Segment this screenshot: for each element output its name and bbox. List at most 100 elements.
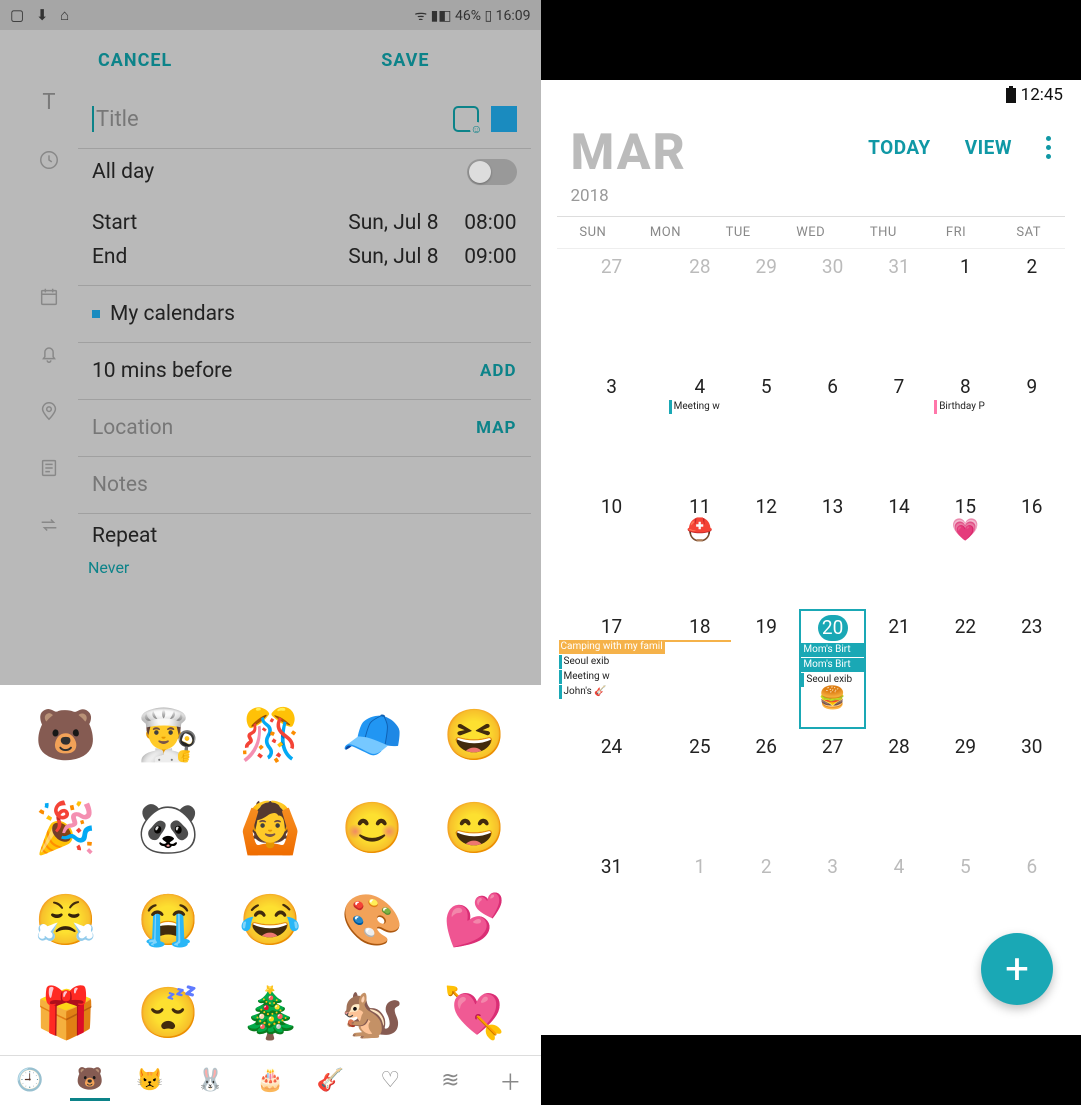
title-input[interactable] <box>96 107 453 132</box>
calendar-day[interactable]: 30 <box>999 729 1065 849</box>
calendar-day[interactable]: 15💗 <box>932 489 998 609</box>
calendar-day[interactable]: 19 <box>733 609 799 729</box>
sticker-item[interactable]: 😄 <box>428 788 520 871</box>
calendar-day[interactable]: 26 <box>733 729 799 849</box>
repeat-row[interactable]: Repeat <box>78 514 531 558</box>
sticker-item[interactable]: 💘 <box>428 973 520 1056</box>
calendar-day[interactable]: 7 <box>866 369 932 489</box>
sticker-item[interactable]: 🧢 <box>326 695 418 778</box>
calendar-color-dot <box>92 310 100 318</box>
sticker-tab[interactable]: ＋ <box>490 1059 530 1103</box>
status-bar: ▢ ⬇ ⌂ ᯤ ▮◧ 46% ▯ 16:09 <box>0 0 541 30</box>
sticker-item[interactable]: 😴 <box>122 973 214 1056</box>
end-row[interactable]: End Sun, Jul 8 09:00 <box>92 245 517 269</box>
calendar-day[interactable]: 29 <box>932 729 998 849</box>
today-button[interactable]: TODAY <box>868 136 931 159</box>
calendar-day[interactable]: 3 <box>557 369 667 489</box>
calendar-icon <box>34 286 64 314</box>
sticker-item[interactable]: 🎊 <box>224 695 316 778</box>
sticker-item[interactable]: 🎁 <box>20 973 112 1056</box>
sticker-item[interactable]: 🐼 <box>122 788 214 871</box>
sticker-item[interactable]: 🎨 <box>326 880 418 963</box>
month-label[interactable]: MAR <box>571 128 869 178</box>
calendar-day[interactable]: 1 <box>667 849 733 969</box>
calendar-day[interactable]: 31 <box>866 249 932 369</box>
calendar-day[interactable]: 6 <box>799 369 865 489</box>
year-label: 2018 <box>571 186 869 206</box>
calendar-day[interactable]: 16 <box>999 489 1065 609</box>
weekday-header: SUNMONTUEWEDTHUFRISAT <box>557 216 1066 249</box>
calendar-day[interactable]: 24 <box>557 729 667 849</box>
sticker-tab[interactable]: 🎂 <box>250 1062 290 1099</box>
calendar-header: MAR 2018 TODAY VIEW <box>541 110 1081 216</box>
calendar-day[interactable]: 30 <box>799 249 865 369</box>
calendar-day[interactable]: 3 <box>799 849 865 969</box>
sticker-panel: 🐻👨‍🍳🎊🧢😆🎉🐼🙆😊😄😤😭😂🎨💕🎁😴🎄🐿️💘 🕘🐻😾🐰🎂🎸♡≋＋ <box>0 685 541 1105</box>
sticker-tab[interactable]: 🎸 <box>310 1062 350 1099</box>
sticker-item[interactable]: 🙆 <box>224 788 316 871</box>
cancel-button[interactable]: CANCEL <box>0 50 270 71</box>
map-button[interactable]: MAP <box>476 418 516 438</box>
calendar-day[interactable]: 20Mom's BirtMom's BirtSeoul exib🍔 <box>799 609 865 729</box>
calendar-day[interactable]: 28 <box>667 249 733 369</box>
calendar-day[interactable]: 28 <box>866 729 932 849</box>
calendar-day[interactable]: 25 <box>667 729 733 849</box>
sticker-item[interactable]: 😂 <box>224 880 316 963</box>
add-event-fab[interactable]: + <box>981 933 1053 1005</box>
calendar-day[interactable]: 22 <box>932 609 998 729</box>
calendar-day[interactable]: 8Birthday P <box>932 369 998 489</box>
sticker-tab[interactable]: 😾 <box>130 1062 170 1099</box>
calendar-row[interactable]: My calendars <box>78 286 531 343</box>
sticker-item[interactable]: 😭 <box>122 880 214 963</box>
save-button[interactable]: SAVE <box>270 50 540 71</box>
sticker-item[interactable]: 🎉 <box>20 788 112 871</box>
top-black-bar <box>541 0 1081 80</box>
sticker-item[interactable]: 🐻 <box>20 695 112 778</box>
calendar-day[interactable]: 27 <box>557 249 667 369</box>
color-picker[interactable] <box>491 106 517 132</box>
location-row[interactable]: Location MAP <box>78 400 531 457</box>
calendar-day[interactable]: 2 <box>999 249 1065 369</box>
reminder-row[interactable]: 10 mins before ADD <box>78 343 531 400</box>
sticker-item[interactable]: 💕 <box>428 880 520 963</box>
calendar-day[interactable]: 12 <box>733 489 799 609</box>
sticker-item[interactable]: 😊 <box>326 788 418 871</box>
sticker-tab[interactable]: 🐰 <box>190 1062 230 1099</box>
view-button[interactable]: VIEW <box>965 136 1012 159</box>
status-bar: 12:45 <box>541 80 1081 110</box>
sticker-tab[interactable]: 🐻 <box>70 1061 110 1101</box>
calendar-day[interactable]: 4Meeting w <box>667 369 733 489</box>
calendar-day[interactable]: 21 <box>866 609 932 729</box>
calendar-day[interactable]: 31 <box>557 849 667 969</box>
more-menu-icon[interactable] <box>1046 136 1051 159</box>
sticker-item[interactable]: 👨‍🍳 <box>122 695 214 778</box>
calendar-day[interactable]: 23 <box>999 609 1065 729</box>
calendar-day[interactable]: 27 <box>799 729 865 849</box>
calendar-day[interactable]: 18 <box>667 609 733 729</box>
sticker-item[interactable]: 🐿️ <box>326 973 418 1056</box>
sticker-tab[interactable]: 🕘 <box>10 1062 50 1099</box>
calendar-day[interactable]: 10 <box>557 489 667 609</box>
calendar-day[interactable]: 11⛑️ <box>667 489 733 609</box>
sticker-item[interactable]: 😆 <box>428 695 520 778</box>
calendar-day[interactable]: 17Camping with my familSeoul exibMeeting… <box>557 609 667 729</box>
repeat-value: Never <box>88 558 541 589</box>
calendar-day[interactable]: 29 <box>733 249 799 369</box>
sticker-tab[interactable]: ♡ <box>370 1062 410 1099</box>
add-reminder-button[interactable]: ADD <box>480 361 517 381</box>
calendar-day[interactable]: 2 <box>733 849 799 969</box>
sticker-tab[interactable]: ≋ <box>430 1062 470 1099</box>
start-row[interactable]: Start Sun, Jul 8 08:00 <box>92 211 517 235</box>
calendar-day[interactable]: 9 <box>999 369 1065 489</box>
calendar-day[interactable]: 14 <box>866 489 932 609</box>
calendar-day[interactable]: 1 <box>932 249 998 369</box>
sticker-item[interactable]: 😤 <box>20 880 112 963</box>
notes-row[interactable]: Notes <box>78 457 531 514</box>
calendar-day[interactable]: 13 <box>799 489 865 609</box>
allday-toggle[interactable] <box>467 159 517 185</box>
calendar-day[interactable]: 4 <box>866 849 932 969</box>
sticker-icon[interactable] <box>453 106 479 132</box>
sticker-item[interactable]: 🎄 <box>224 973 316 1056</box>
repeat-icon <box>34 514 64 542</box>
calendar-day[interactable]: 5 <box>733 369 799 489</box>
